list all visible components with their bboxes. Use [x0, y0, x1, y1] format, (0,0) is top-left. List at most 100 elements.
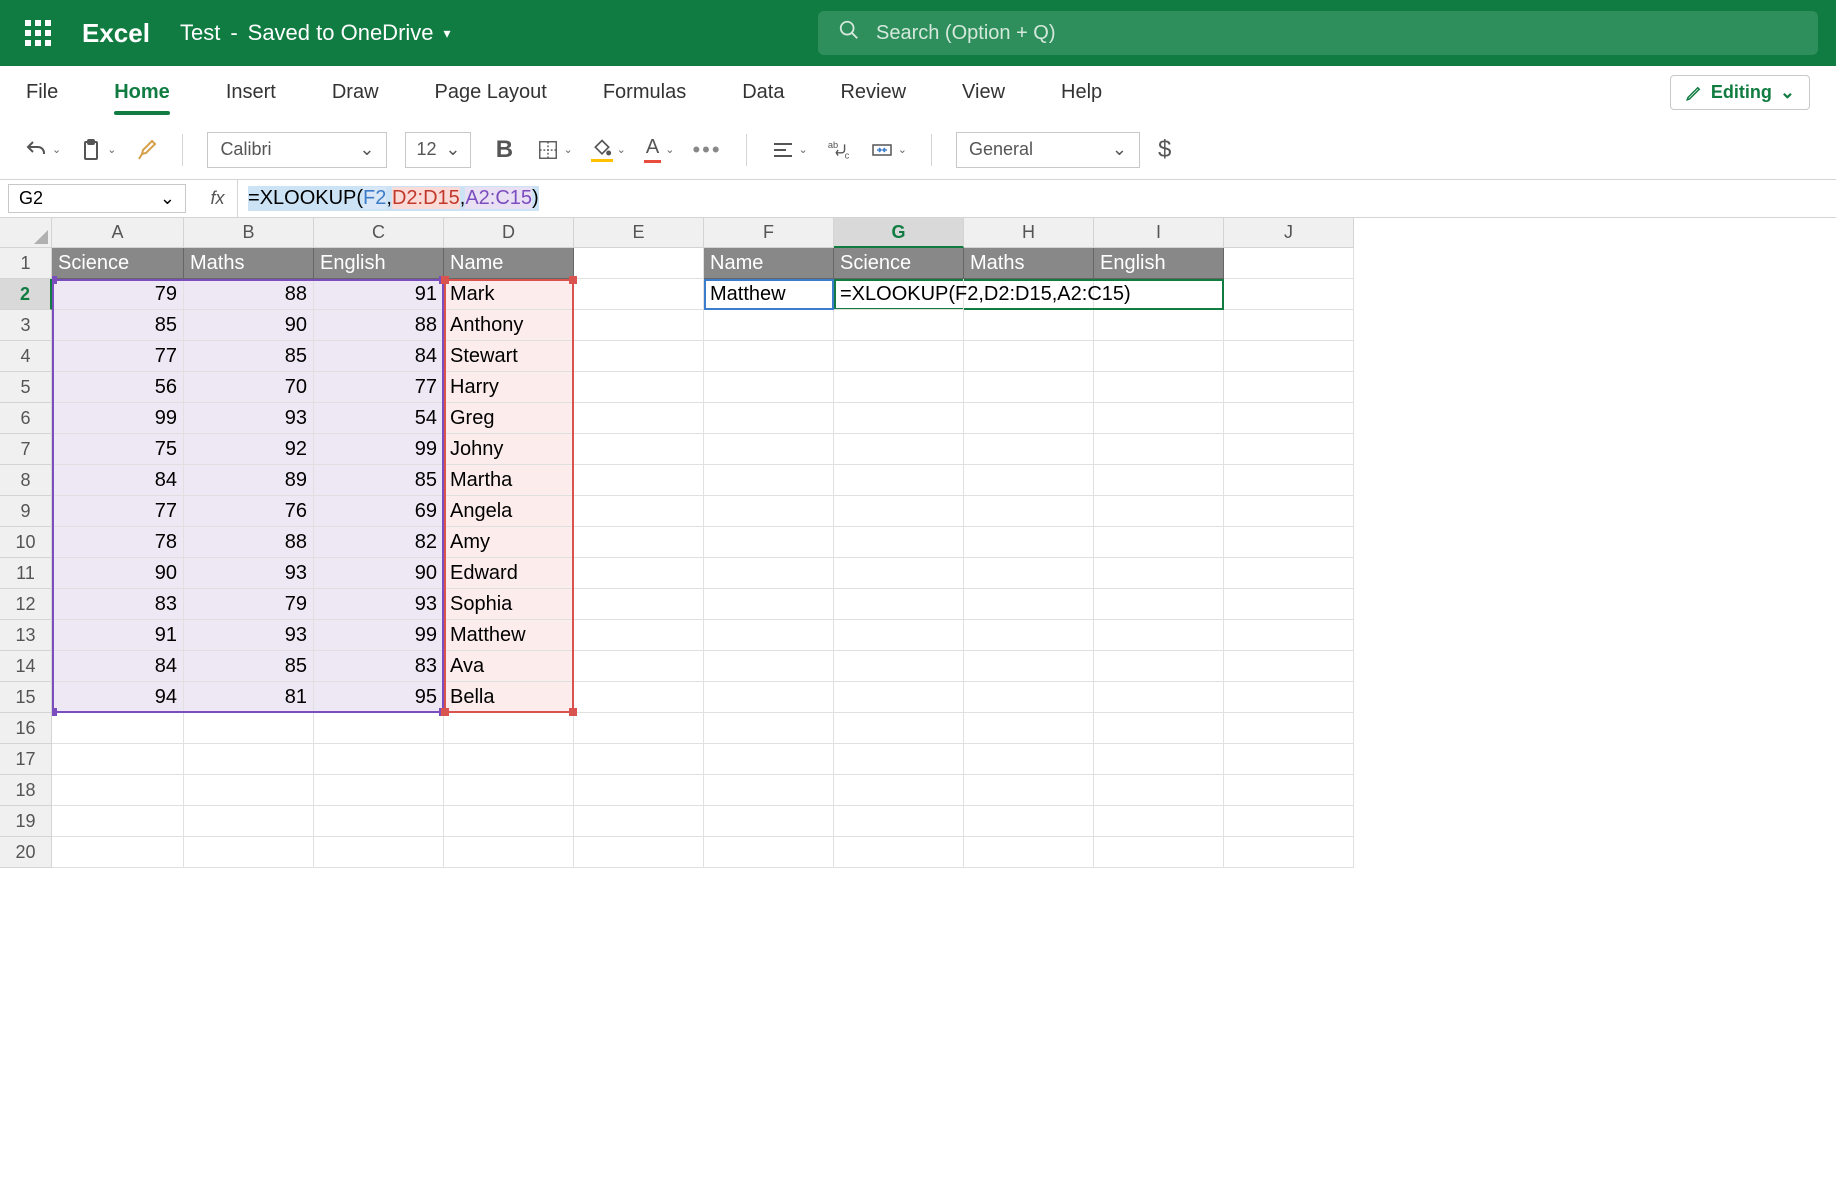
- cell-F5[interactable]: [704, 372, 834, 403]
- cell-I1[interactable]: English: [1094, 248, 1224, 279]
- tab-formulas[interactable]: Formulas: [603, 66, 686, 119]
- cell-E7[interactable]: [574, 434, 704, 465]
- cell-G6[interactable]: [834, 403, 964, 434]
- cell-G2[interactable]: =XLOOKUP(F2,D2:D15,A2:C15): [834, 279, 964, 310]
- cell-G13[interactable]: [834, 620, 964, 651]
- cell-D10[interactable]: Amy: [444, 527, 574, 558]
- cell-I4[interactable]: [1094, 341, 1224, 372]
- cell-A7[interactable]: 75: [52, 434, 184, 465]
- cell-F8[interactable]: [704, 465, 834, 496]
- cell-I13[interactable]: [1094, 620, 1224, 651]
- row-header-6[interactable]: 6: [0, 403, 52, 434]
- cell-D1[interactable]: Name: [444, 248, 574, 279]
- name-box[interactable]: G2 ⌄: [8, 184, 186, 213]
- cell-H15[interactable]: [964, 682, 1094, 713]
- tab-review[interactable]: Review: [840, 66, 906, 119]
- cell-D6[interactable]: Greg: [444, 403, 574, 434]
- row-header-16[interactable]: 16: [0, 713, 52, 744]
- cell-B11[interactable]: 93: [184, 558, 314, 589]
- cell-C17[interactable]: [314, 744, 444, 775]
- cell-A15[interactable]: 94: [52, 682, 184, 713]
- cell-B5[interactable]: 70: [184, 372, 314, 403]
- cell-H1[interactable]: Maths: [964, 248, 1094, 279]
- cell-D13[interactable]: Matthew: [444, 620, 574, 651]
- cell-A17[interactable]: [52, 744, 184, 775]
- cell-C5[interactable]: 77: [314, 372, 444, 403]
- cell-E11[interactable]: [574, 558, 704, 589]
- cell-C13[interactable]: 99: [314, 620, 444, 651]
- column-header-I[interactable]: I: [1094, 218, 1224, 248]
- cell-H11[interactable]: [964, 558, 1094, 589]
- cell-B20[interactable]: [184, 837, 314, 868]
- cell-B13[interactable]: 93: [184, 620, 314, 651]
- cell-H10[interactable]: [964, 527, 1094, 558]
- align-button[interactable]: ⌄: [771, 132, 808, 168]
- cell-B7[interactable]: 92: [184, 434, 314, 465]
- cell-J9[interactable]: [1224, 496, 1354, 527]
- cell-D17[interactable]: [444, 744, 574, 775]
- cell-J18[interactable]: [1224, 775, 1354, 806]
- cell-G8[interactable]: [834, 465, 964, 496]
- cells-area[interactable]: ScienceMathsEnglishNameNameScienceMathsE…: [52, 248, 1836, 868]
- cell-D12[interactable]: Sophia: [444, 589, 574, 620]
- cell-F4[interactable]: [704, 341, 834, 372]
- cell-I6[interactable]: [1094, 403, 1224, 434]
- cell-F20[interactable]: [704, 837, 834, 868]
- cell-I16[interactable]: [1094, 713, 1224, 744]
- cell-B6[interactable]: 93: [184, 403, 314, 434]
- cell-E14[interactable]: [574, 651, 704, 682]
- cell-D4[interactable]: Stewart: [444, 341, 574, 372]
- column-header-C[interactable]: C: [314, 218, 444, 248]
- format-painter-button[interactable]: [134, 132, 158, 168]
- tab-insert[interactable]: Insert: [226, 66, 276, 119]
- tab-help[interactable]: Help: [1061, 66, 1102, 119]
- cell-J6[interactable]: [1224, 403, 1354, 434]
- column-header-E[interactable]: E: [574, 218, 704, 248]
- cell-E2[interactable]: [574, 279, 704, 310]
- cell-I5[interactable]: [1094, 372, 1224, 403]
- cell-J7[interactable]: [1224, 434, 1354, 465]
- cell-G5[interactable]: [834, 372, 964, 403]
- cell-C3[interactable]: 88: [314, 310, 444, 341]
- row-header-11[interactable]: 11: [0, 558, 52, 589]
- cell-J8[interactable]: [1224, 465, 1354, 496]
- paste-button[interactable]: ⌄: [79, 132, 116, 168]
- cell-A12[interactable]: 83: [52, 589, 184, 620]
- row-header-18[interactable]: 18: [0, 775, 52, 806]
- cell-B15[interactable]: 81: [184, 682, 314, 713]
- cell-B18[interactable]: [184, 775, 314, 806]
- cell-I20[interactable]: [1094, 837, 1224, 868]
- cell-H12[interactable]: [964, 589, 1094, 620]
- cell-F13[interactable]: [704, 620, 834, 651]
- cell-D16[interactable]: [444, 713, 574, 744]
- tab-home[interactable]: Home: [114, 66, 170, 119]
- number-format-select[interactable]: General ⌄: [956, 132, 1140, 168]
- cell-J14[interactable]: [1224, 651, 1354, 682]
- cell-J10[interactable]: [1224, 527, 1354, 558]
- cell-I8[interactable]: [1094, 465, 1224, 496]
- cell-I19[interactable]: [1094, 806, 1224, 837]
- cell-H16[interactable]: [964, 713, 1094, 744]
- cell-C7[interactable]: 99: [314, 434, 444, 465]
- bold-button[interactable]: B: [489, 132, 519, 168]
- tab-page-layout[interactable]: Page Layout: [435, 66, 547, 119]
- cell-G16[interactable]: [834, 713, 964, 744]
- cell-H17[interactable]: [964, 744, 1094, 775]
- column-header-F[interactable]: F: [704, 218, 834, 248]
- row-header-10[interactable]: 10: [0, 527, 52, 558]
- tab-file[interactable]: File: [26, 66, 58, 119]
- cell-A4[interactable]: 77: [52, 341, 184, 372]
- row-header-2[interactable]: 2: [0, 279, 52, 310]
- cell-H14[interactable]: [964, 651, 1094, 682]
- cell-B8[interactable]: 89: [184, 465, 314, 496]
- cell-H9[interactable]: [964, 496, 1094, 527]
- cell-C9[interactable]: 69: [314, 496, 444, 527]
- cell-C12[interactable]: 93: [314, 589, 444, 620]
- cell-H5[interactable]: [964, 372, 1094, 403]
- column-header-B[interactable]: B: [184, 218, 314, 248]
- cell-J16[interactable]: [1224, 713, 1354, 744]
- cell-E4[interactable]: [574, 341, 704, 372]
- cell-D8[interactable]: Martha: [444, 465, 574, 496]
- cell-D3[interactable]: Anthony: [444, 310, 574, 341]
- cell-D5[interactable]: Harry: [444, 372, 574, 403]
